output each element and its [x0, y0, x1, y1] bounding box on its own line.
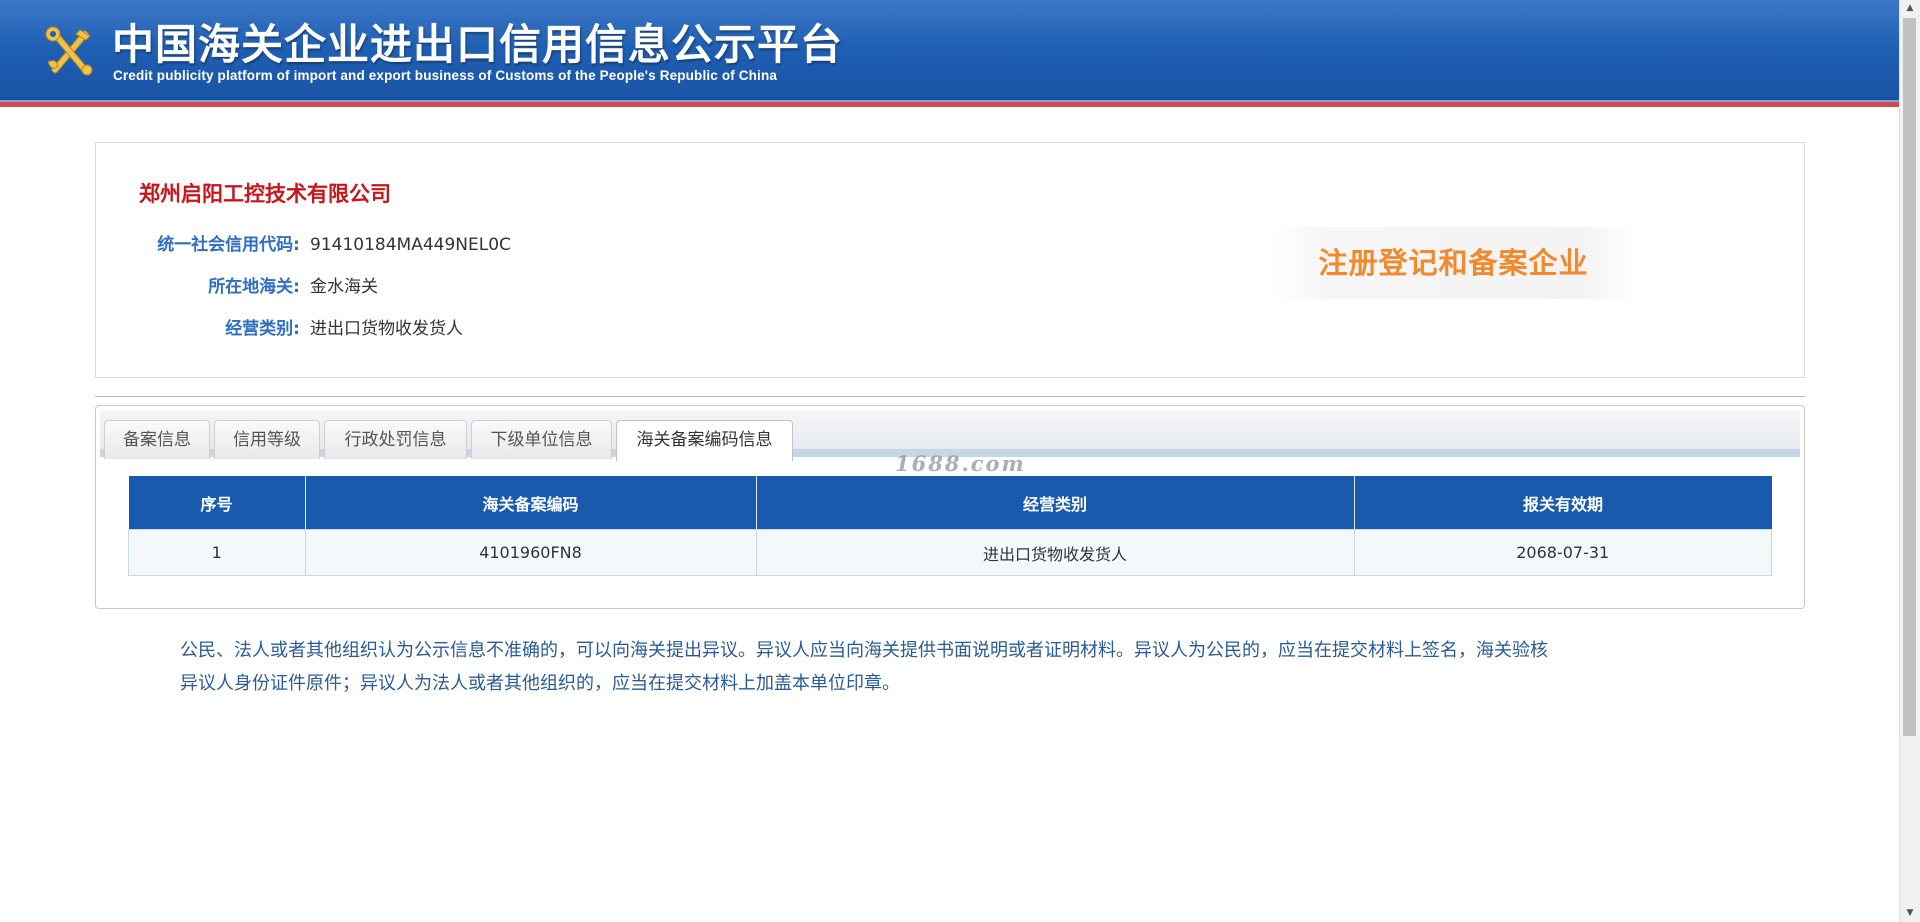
scroll-thumb[interactable]	[1903, 18, 1916, 736]
scroll-down-icon[interactable]: ▼	[1900, 905, 1920, 922]
site-title: 中国海关企业进出口信用信息公示平台	[112, 20, 844, 69]
section-divider	[95, 396, 1805, 397]
tab-strip: 备案信息 信用等级 行政处罚信息 下级单位信息 海关备案编码信息	[100, 410, 1800, 461]
company-name: 郑州启阳工控技术有限公司	[139, 182, 391, 206]
scroll-up-icon[interactable]: ▲	[1900, 0, 1920, 17]
credit-code-value: 91410184MA449NEL0C	[310, 235, 511, 255]
business-type-row: 经营类别: 进出口货物收发货人	[96, 317, 463, 341]
vertical-scrollbar[interactable]: ▲ ▼	[1899, 0, 1920, 922]
cell-index: 1	[128, 529, 306, 576]
site-header: 中国海关企业进出口信用信息公示平台 Credit publicity platf…	[0, 0, 1900, 107]
credit-code-row: 统一社会信用代码: 91410184MA449NEL0C	[96, 233, 511, 257]
notice-line-1: 公民、法人或者其他组织认为公示信息不准确的，可以向海关提出异议。异议人应当向海关…	[180, 640, 1548, 661]
table-row: 1 4101960FN8 进出口货物收发货人 2068-07-31	[128, 529, 1772, 576]
column-header-business-type: 经营类别	[756, 476, 1355, 530]
column-header-validity: 报关有效期	[1354, 476, 1772, 530]
company-info-card: 郑州启阳工控技术有限公司 统一社会信用代码: 91410184MA449NEL0C…	[95, 142, 1805, 378]
column-header-index: 序号	[128, 476, 306, 530]
header-stripe	[0, 100, 1900, 102]
tab-panel: 备案信息 信用等级 行政处罚信息 下级单位信息 海关备案编码信息 1688.co…	[95, 405, 1805, 609]
tab-filing-info[interactable]: 备案信息	[104, 420, 210, 459]
watermark: 1688.com	[895, 451, 1026, 476]
credit-code-label: 统一社会信用代码:	[157, 235, 300, 255]
business-type-label: 经营类别:	[225, 319, 300, 339]
customs-emblem-icon	[45, 26, 93, 76]
tab-subordinate-units[interactable]: 下级单位信息	[471, 420, 612, 459]
cell-filing-code: 4101960FN8	[304, 529, 757, 576]
business-type-value: 进出口货物收发货人	[310, 319, 463, 339]
objection-notice: 公民、法人或者其他组织认为公示信息不准确的，可以向海关提出异议。异议人应当向海关…	[180, 634, 1720, 700]
registration-badge: 注册登记和备案企业	[1271, 227, 1636, 299]
tab-credit-level[interactable]: 信用等级	[214, 420, 320, 459]
notice-line-2: 异议人身份证件原件；异议人为法人或者其他组织的，应当在提交材料上加盖本单位印章。	[180, 673, 900, 694]
tab-customs-filing-code[interactable]: 海关备案编码信息	[616, 420, 793, 461]
filing-code-table: 序号 海关备案编码 经营类别 报关有效期 1 4101960FN8 进出口货物收…	[128, 476, 1772, 576]
customs-office-value: 金水海关	[310, 277, 378, 297]
column-header-filing-code: 海关备案编码	[305, 476, 757, 530]
customs-office-row: 所在地海关: 金水海关	[96, 275, 378, 299]
table-header-row: 序号 海关备案编码 经营类别 报关有效期	[128, 476, 1772, 530]
tab-administrative-penalty[interactable]: 行政处罚信息	[324, 420, 467, 459]
customs-office-label: 所在地海关:	[208, 277, 300, 297]
cell-business-type: 进出口货物收发货人	[755, 529, 1355, 576]
site-subtitle: Credit publicity platform of import and …	[113, 68, 778, 83]
cell-validity: 2068-07-31	[1353, 529, 1772, 576]
